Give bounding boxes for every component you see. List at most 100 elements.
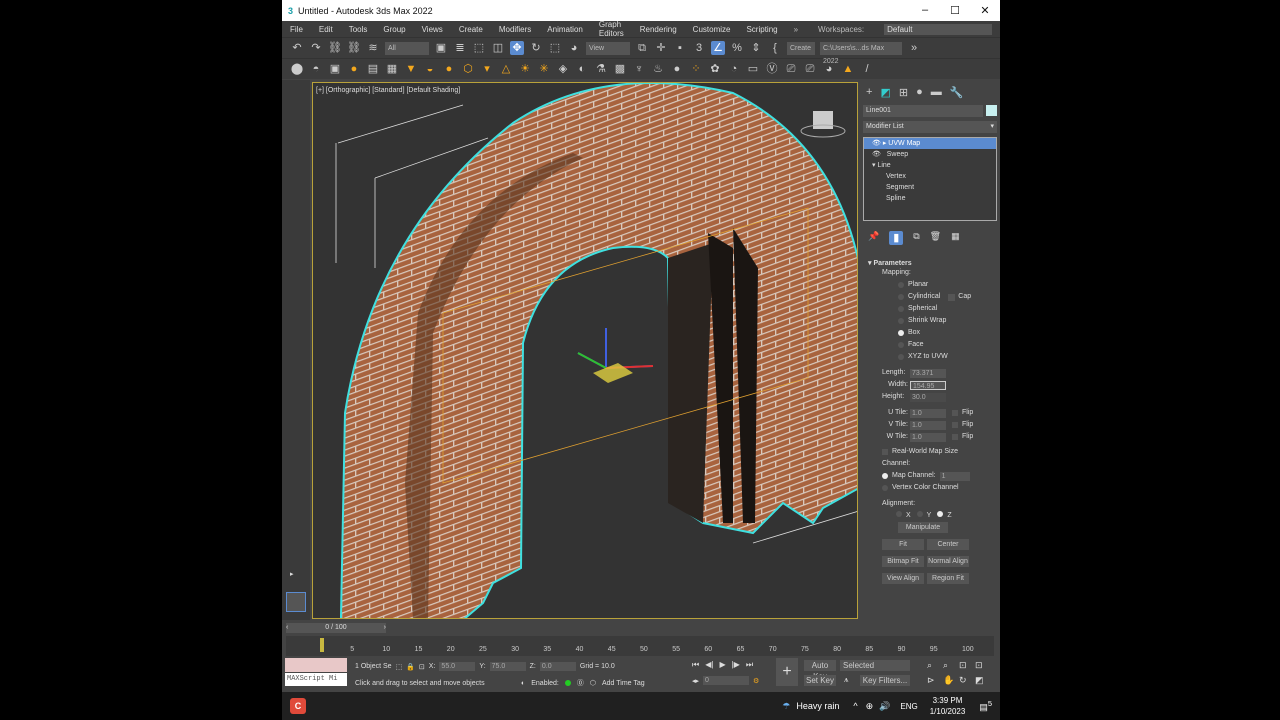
time-slider[interactable]: ‹ 0 / 100 › [286, 623, 386, 633]
radio-face[interactable]: Face [882, 339, 1000, 351]
named-selection-icon[interactable]: { [768, 41, 782, 55]
u-tile-spinner[interactable]: 1.0 [910, 408, 946, 418]
clock[interactable]: 3:39 PM 1/10/2023 [930, 695, 966, 717]
time-slider-thumb[interactable] [320, 638, 324, 652]
set-key-button[interactable]: Set Key [804, 675, 836, 686]
vray-camera-icon[interactable]: ⎚ [784, 62, 798, 76]
link-icon[interactable]: ⛓ [328, 41, 342, 55]
center-button[interactable]: Center [927, 539, 969, 550]
vray-icon[interactable]: Ⓥ [765, 62, 779, 76]
weather-text[interactable]: Heavy rain [796, 701, 839, 711]
menu-animation[interactable]: Animation [547, 25, 583, 34]
configure-sets-icon[interactable]: ▦ [951, 231, 960, 245]
z-coord-field[interactable]: 0.0 [539, 662, 576, 671]
next-frame-icon[interactable]: |▶ [732, 660, 740, 670]
display-tab-icon[interactable]: ▬ [931, 86, 942, 99]
sky-icon[interactable]: ✳ [537, 62, 551, 76]
length-spinner[interactable]: 73.371 [910, 368, 946, 378]
radio-y[interactable]: Y [916, 510, 931, 522]
film-icon[interactable]: ▦ [385, 62, 399, 76]
normal-align-button[interactable]: Normal Align [927, 556, 969, 567]
material-editor-icon[interactable]: ⁘ [689, 62, 703, 76]
menu-create[interactable]: Create [459, 25, 483, 34]
prev-frame-icon[interactable]: ◀| [705, 660, 713, 670]
zoom-extents-icon[interactable]: ⊡ [959, 660, 975, 671]
viewport-label[interactable]: [+] [Orthographic] [Standard] [Default S… [316, 87, 460, 94]
spinner-snap-icon[interactable]: ⇕ [749, 41, 763, 55]
vray-physical-camera-icon[interactable]: ⎚ [803, 62, 817, 76]
sun-icon[interactable]: ☀ [518, 62, 532, 76]
fit-button[interactable]: Fit [882, 539, 924, 550]
go-to-start-icon[interactable]: ⏮ [692, 660, 699, 670]
material-sphere-icon[interactable]: ◐ [575, 62, 589, 76]
modify-tab-icon[interactable]: ◩ [880, 86, 890, 99]
motion-tab-icon[interactable]: ● [916, 86, 923, 99]
minimize-button[interactable]: – [910, 4, 940, 17]
render-icon[interactable]: ▭ [746, 62, 760, 76]
object-name-field[interactable]: Line001 [863, 105, 983, 117]
dome-light-icon[interactable]: ◒ [423, 62, 437, 76]
sphere-object-icon[interactable]: ◓ [309, 62, 323, 76]
render-frame-icon[interactable]: ◔ [727, 62, 741, 76]
selection-filter-dropdown[interactable]: All [385, 41, 429, 55]
render-sphere-icon[interactable]: ● [670, 62, 684, 76]
pin-stack-icon[interactable]: 📌 [868, 231, 879, 245]
percent-snap-icon[interactable]: % [730, 41, 744, 55]
isolate-icon[interactable]: ⬚ [396, 663, 403, 671]
real-world-checkbox[interactable]: Real-World Map Size [882, 446, 1000, 458]
u-flip-checkbox[interactable] [952, 410, 958, 416]
viewport-layout-icon[interactable] [286, 592, 306, 612]
utilities-tab-icon[interactable]: 🔧 [950, 86, 964, 99]
tray-chevron-icon[interactable]: ^ [853, 701, 857, 711]
menu-scripting[interactable]: Scripting [746, 25, 777, 34]
w-flip-checkbox[interactable] [952, 434, 958, 440]
keyboard-shortcut-icon[interactable]: ▪ [673, 41, 687, 55]
more-icon[interactable]: » [794, 25, 798, 34]
menu-rendering[interactable]: Rendering [640, 25, 677, 34]
grass-icon[interactable]: ♆ [632, 62, 646, 76]
play-icon[interactable]: ▶ [719, 660, 725, 670]
scale-icon[interactable]: ⬚ [548, 41, 562, 55]
pan-icon[interactable]: ✋ [943, 675, 959, 686]
go-to-end-icon[interactable]: ⏭ [746, 660, 753, 670]
radio-box[interactable]: Box [882, 327, 1000, 339]
menu-views[interactable]: Views [422, 25, 443, 34]
expand-icon[interactable]: ▸ [290, 570, 294, 578]
key-selection-dropdown[interactable]: Selected [840, 660, 910, 671]
zoom-extents-all-icon[interactable]: ⊡ [975, 660, 991, 671]
key-mode-icon[interactable]: ◂▸ [692, 677, 699, 685]
key-tangent-icon[interactable]: ⩚ [844, 675, 849, 685]
weather-icon[interactable]: ☂ [782, 701, 790, 712]
select-by-name-icon[interactable]: ≣ [453, 41, 467, 55]
enabled-indicator[interactable] [564, 680, 571, 686]
object-color-swatch[interactable] [986, 105, 997, 116]
radio-spherical[interactable]: Spherical [882, 303, 1000, 315]
make-unique-icon[interactable]: ⧉ [913, 231, 919, 245]
pattern-icon[interactable]: ▩ [613, 62, 627, 76]
maximize-viewport-icon[interactable]: ◩ [975, 675, 991, 686]
radio-z[interactable]: Z [937, 510, 952, 522]
radio-shrink-wrap[interactable]: Shrink Wrap [882, 315, 1000, 327]
workspace-select[interactable]: Default [884, 23, 993, 35]
pivot-icon[interactable]: ⧉ [635, 41, 649, 55]
camera-icon[interactable]: ▤ [366, 62, 380, 76]
parameters-rollout[interactable]: ▾ Parameters [860, 251, 1000, 267]
radio-vertex-color[interactable]: Vertex Color Channel [882, 482, 1000, 494]
menu-group[interactable]: Group [383, 25, 405, 34]
show-end-result-icon[interactable]: ▮ [889, 231, 904, 245]
x-coord-field[interactable]: 55.0 [439, 662, 476, 671]
radio-cylindrical[interactable]: Cylindrical Cap [882, 291, 1000, 303]
y-coord-field[interactable]: 75.0 [489, 662, 526, 671]
lock-icon[interactable]: 🔒 [406, 663, 415, 671]
camtasia-app-icon[interactable]: C [290, 698, 306, 714]
manipulate-button[interactable]: Manipulate [898, 522, 948, 533]
material-cube-icon[interactable]: ◈ [556, 62, 570, 76]
width-spinner[interactable]: 154.95 [910, 380, 946, 390]
project-path-dropdown[interactable]: C:\Users\s...ds Max 2022 [820, 41, 902, 65]
maxscript-listener-output[interactable] [285, 658, 347, 672]
teapot-icon[interactable]: ⬤ [290, 62, 304, 76]
hierarchy-tab-icon[interactable]: ⊞ [899, 86, 908, 99]
radio-planar[interactable]: Planar [882, 279, 1000, 291]
menu-customize[interactable]: Customize [693, 25, 731, 34]
mushroom-light-icon[interactable]: ▾ [480, 62, 494, 76]
